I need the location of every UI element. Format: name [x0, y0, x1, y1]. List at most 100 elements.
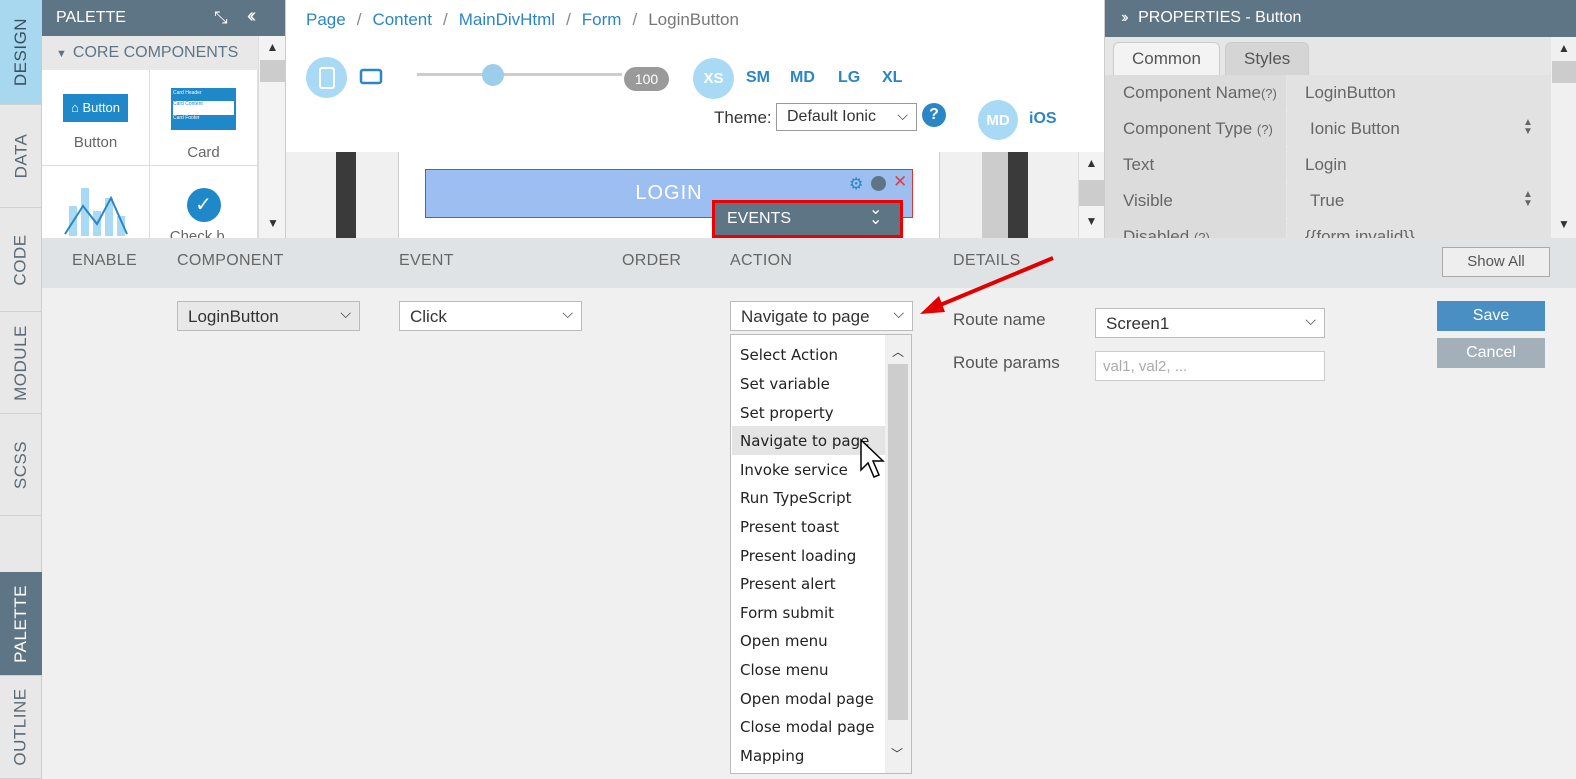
- size-xl-button[interactable]: XL: [882, 69, 902, 87]
- palette-scrollbar[interactable]: ▲ ▼: [258, 36, 285, 238]
- tab-styles[interactable]: Styles: [1225, 42, 1310, 75]
- palette-item-label: Button: [73, 134, 118, 151]
- chevron-down-icon[interactable]: ▼: [1558, 217, 1570, 231]
- action-option[interactable]: Set variable: [732, 369, 885, 398]
- zoom-slider-track[interactable]: [417, 73, 622, 76]
- size-sm-button[interactable]: SM: [746, 69, 770, 87]
- tab-module[interactable]: MODULE: [0, 312, 42, 414]
- component-select[interactable]: LoginButton ⌵: [177, 301, 360, 331]
- prop-key: Disabled (?): [1123, 227, 1210, 238]
- palette-panel: PALETTE ⤡ ‹‹ ▼ CORE COMPONENTS ⌂ Button B…: [42, 0, 286, 238]
- chevron-up-icon[interactable]: ▲: [1079, 156, 1104, 170]
- prop-value: True: [1310, 191, 1345, 210]
- prop-row-disabled[interactable]: Disabled (?) {{form.invalid}}: [1105, 219, 1551, 238]
- annotation-arrow-icon: [920, 256, 1054, 314]
- tab-outline[interactable]: OUTLINE: [0, 676, 42, 779]
- collapse-arrows-icon[interactable]: ⤡: [214, 8, 228, 28]
- action-option[interactable]: Present loading: [732, 541, 885, 570]
- breadcrumb-maindivhtml[interactable]: MainDivHtml: [459, 10, 555, 29]
- chevron-down-icon[interactable]: ▼: [267, 216, 279, 230]
- events-label: EVENTS: [727, 210, 792, 227]
- chevron-down-icon: ⌵: [1305, 312, 1316, 328]
- theme-label: Theme:: [714, 108, 772, 127]
- breadcrumb-form[interactable]: Form: [582, 10, 622, 29]
- prop-key: Component Name(?): [1123, 83, 1277, 102]
- properties-scrollbar[interactable]: ▲ ▼: [1551, 37, 1576, 238]
- cancel-button[interactable]: Cancel: [1437, 338, 1545, 368]
- gear-icon[interactable]: ⚙: [849, 174, 863, 194]
- tab-palette[interactable]: PALETTE: [0, 572, 42, 676]
- action-option[interactable]: Present alert: [732, 569, 885, 598]
- save-button[interactable]: Save: [1437, 301, 1545, 331]
- tab-data[interactable]: DATA: [0, 105, 42, 208]
- size-md-button[interactable]: MD: [790, 69, 815, 87]
- scroll-thumb[interactable]: [1079, 180, 1104, 206]
- action-option[interactable]: Form submit: [732, 598, 885, 627]
- palette-item-checkbox[interactable]: ✓ Check b...: [150, 166, 258, 238]
- tab-scss[interactable]: SCSS: [0, 414, 42, 516]
- updown-icon: ▲ ▼: [1523, 189, 1533, 209]
- prop-row-component-type[interactable]: Component Type (?) Ionic Button ▲ ▼: [1105, 111, 1551, 147]
- action-option[interactable]: Select Action: [732, 340, 885, 369]
- palette-item-button[interactable]: ⌂ Button Button: [42, 70, 150, 166]
- check-icon: ✓: [186, 188, 221, 222]
- double-chevron-right-icon[interactable]: ››: [1121, 9, 1128, 26]
- action-option[interactable]: Open modal page: [732, 684, 885, 713]
- palette-item-card[interactable]: Card Header Card Content Card Footer Car…: [150, 70, 258, 166]
- theme-value: Default Ionic: [787, 108, 876, 125]
- event-select[interactable]: Click ⌵: [399, 301, 582, 331]
- action-option[interactable]: Present toast: [732, 512, 885, 541]
- close-icon[interactable]: ✕: [893, 172, 907, 192]
- tab-code[interactable]: CODE: [0, 208, 42, 312]
- action-option[interactable]: Mapping: [732, 741, 885, 770]
- action-option[interactable]: Open menu: [732, 626, 885, 655]
- phone-landscape-icon[interactable]: [359, 68, 383, 91]
- chevron-up-icon[interactable]: ▲: [1551, 41, 1576, 55]
- prop-row-component-name[interactable]: Component Name(?) LoginButton: [1105, 75, 1551, 111]
- size-xs-button[interactable]: XS: [693, 58, 734, 99]
- size-lg-button[interactable]: LG: [838, 69, 860, 87]
- help-icon[interactable]: ?: [922, 103, 946, 127]
- events-toggle[interactable]: EVENTS ⌄ ⌄: [712, 200, 903, 238]
- chevron-down-icon: ⌵: [897, 107, 908, 123]
- show-all-button[interactable]: Show All: [1442, 247, 1550, 277]
- route-name-select[interactable]: Screen1 ⌵: [1095, 308, 1325, 338]
- hide-icon[interactable]: [871, 176, 886, 191]
- core-components-header[interactable]: ▼ CORE COMPONENTS: [42, 36, 258, 70]
- chevron-down-icon[interactable]: ▼: [1079, 214, 1104, 228]
- action-select[interactable]: Navigate to page ⌵: [730, 301, 913, 331]
- action-option[interactable]: Close menu: [732, 655, 885, 684]
- action-option[interactable]: Run TypeScript: [732, 483, 885, 512]
- breadcrumb-page[interactable]: Page: [306, 10, 346, 29]
- phone-portrait-icon[interactable]: [306, 57, 347, 98]
- chevron-down-icon[interactable]: ﹀: [891, 745, 903, 762]
- action-option[interactable]: Set property: [732, 398, 885, 427]
- col-event: EVENT: [399, 252, 454, 269]
- canvas-scrollbar[interactable]: ▲ ▼: [1078, 152, 1104, 238]
- properties-header: ›› PROPERTIES - Button: [1105, 0, 1576, 37]
- scroll-thumb[interactable]: [260, 60, 285, 82]
- route-params-input[interactable]: val1, val2, ...: [1095, 351, 1325, 381]
- event-value: Click: [410, 307, 447, 326]
- dropdown-scroll-thumb[interactable]: [888, 364, 908, 720]
- double-chevron-left-icon[interactable]: ‹‹: [247, 5, 257, 28]
- col-component: COMPONENT: [177, 252, 284, 269]
- palette-item-chart[interactable]: [42, 166, 150, 238]
- col-order: ORDER: [622, 252, 682, 269]
- platform-ios-button[interactable]: iOS: [1029, 110, 1057, 128]
- chevron-down-icon: ⌵: [340, 305, 351, 321]
- theme-select[interactable]: Default Ionic ⌵: [776, 103, 917, 131]
- action-option[interactable]: Close modal page: [732, 712, 885, 741]
- prop-row-visible[interactable]: Visible True ▲ ▼: [1105, 183, 1551, 219]
- chevron-up-icon[interactable]: ︿: [885, 343, 911, 360]
- zoom-slider-knob[interactable]: [482, 64, 504, 86]
- tab-design[interactable]: DESIGN: [0, 0, 42, 105]
- breadcrumb-content[interactable]: Content: [372, 10, 432, 29]
- platform-md-button[interactable]: MD: [978, 100, 1018, 140]
- scroll-thumb[interactable]: [1552, 61, 1576, 83]
- card-preview: Card Header Card Content Card Footer: [171, 88, 236, 130]
- route-name-value: Screen1: [1106, 314, 1170, 333]
- tab-common[interactable]: Common: [1113, 42, 1220, 75]
- chevron-up-icon[interactable]: ▲: [259, 40, 285, 54]
- prop-row-text[interactable]: Text Login: [1105, 147, 1551, 183]
